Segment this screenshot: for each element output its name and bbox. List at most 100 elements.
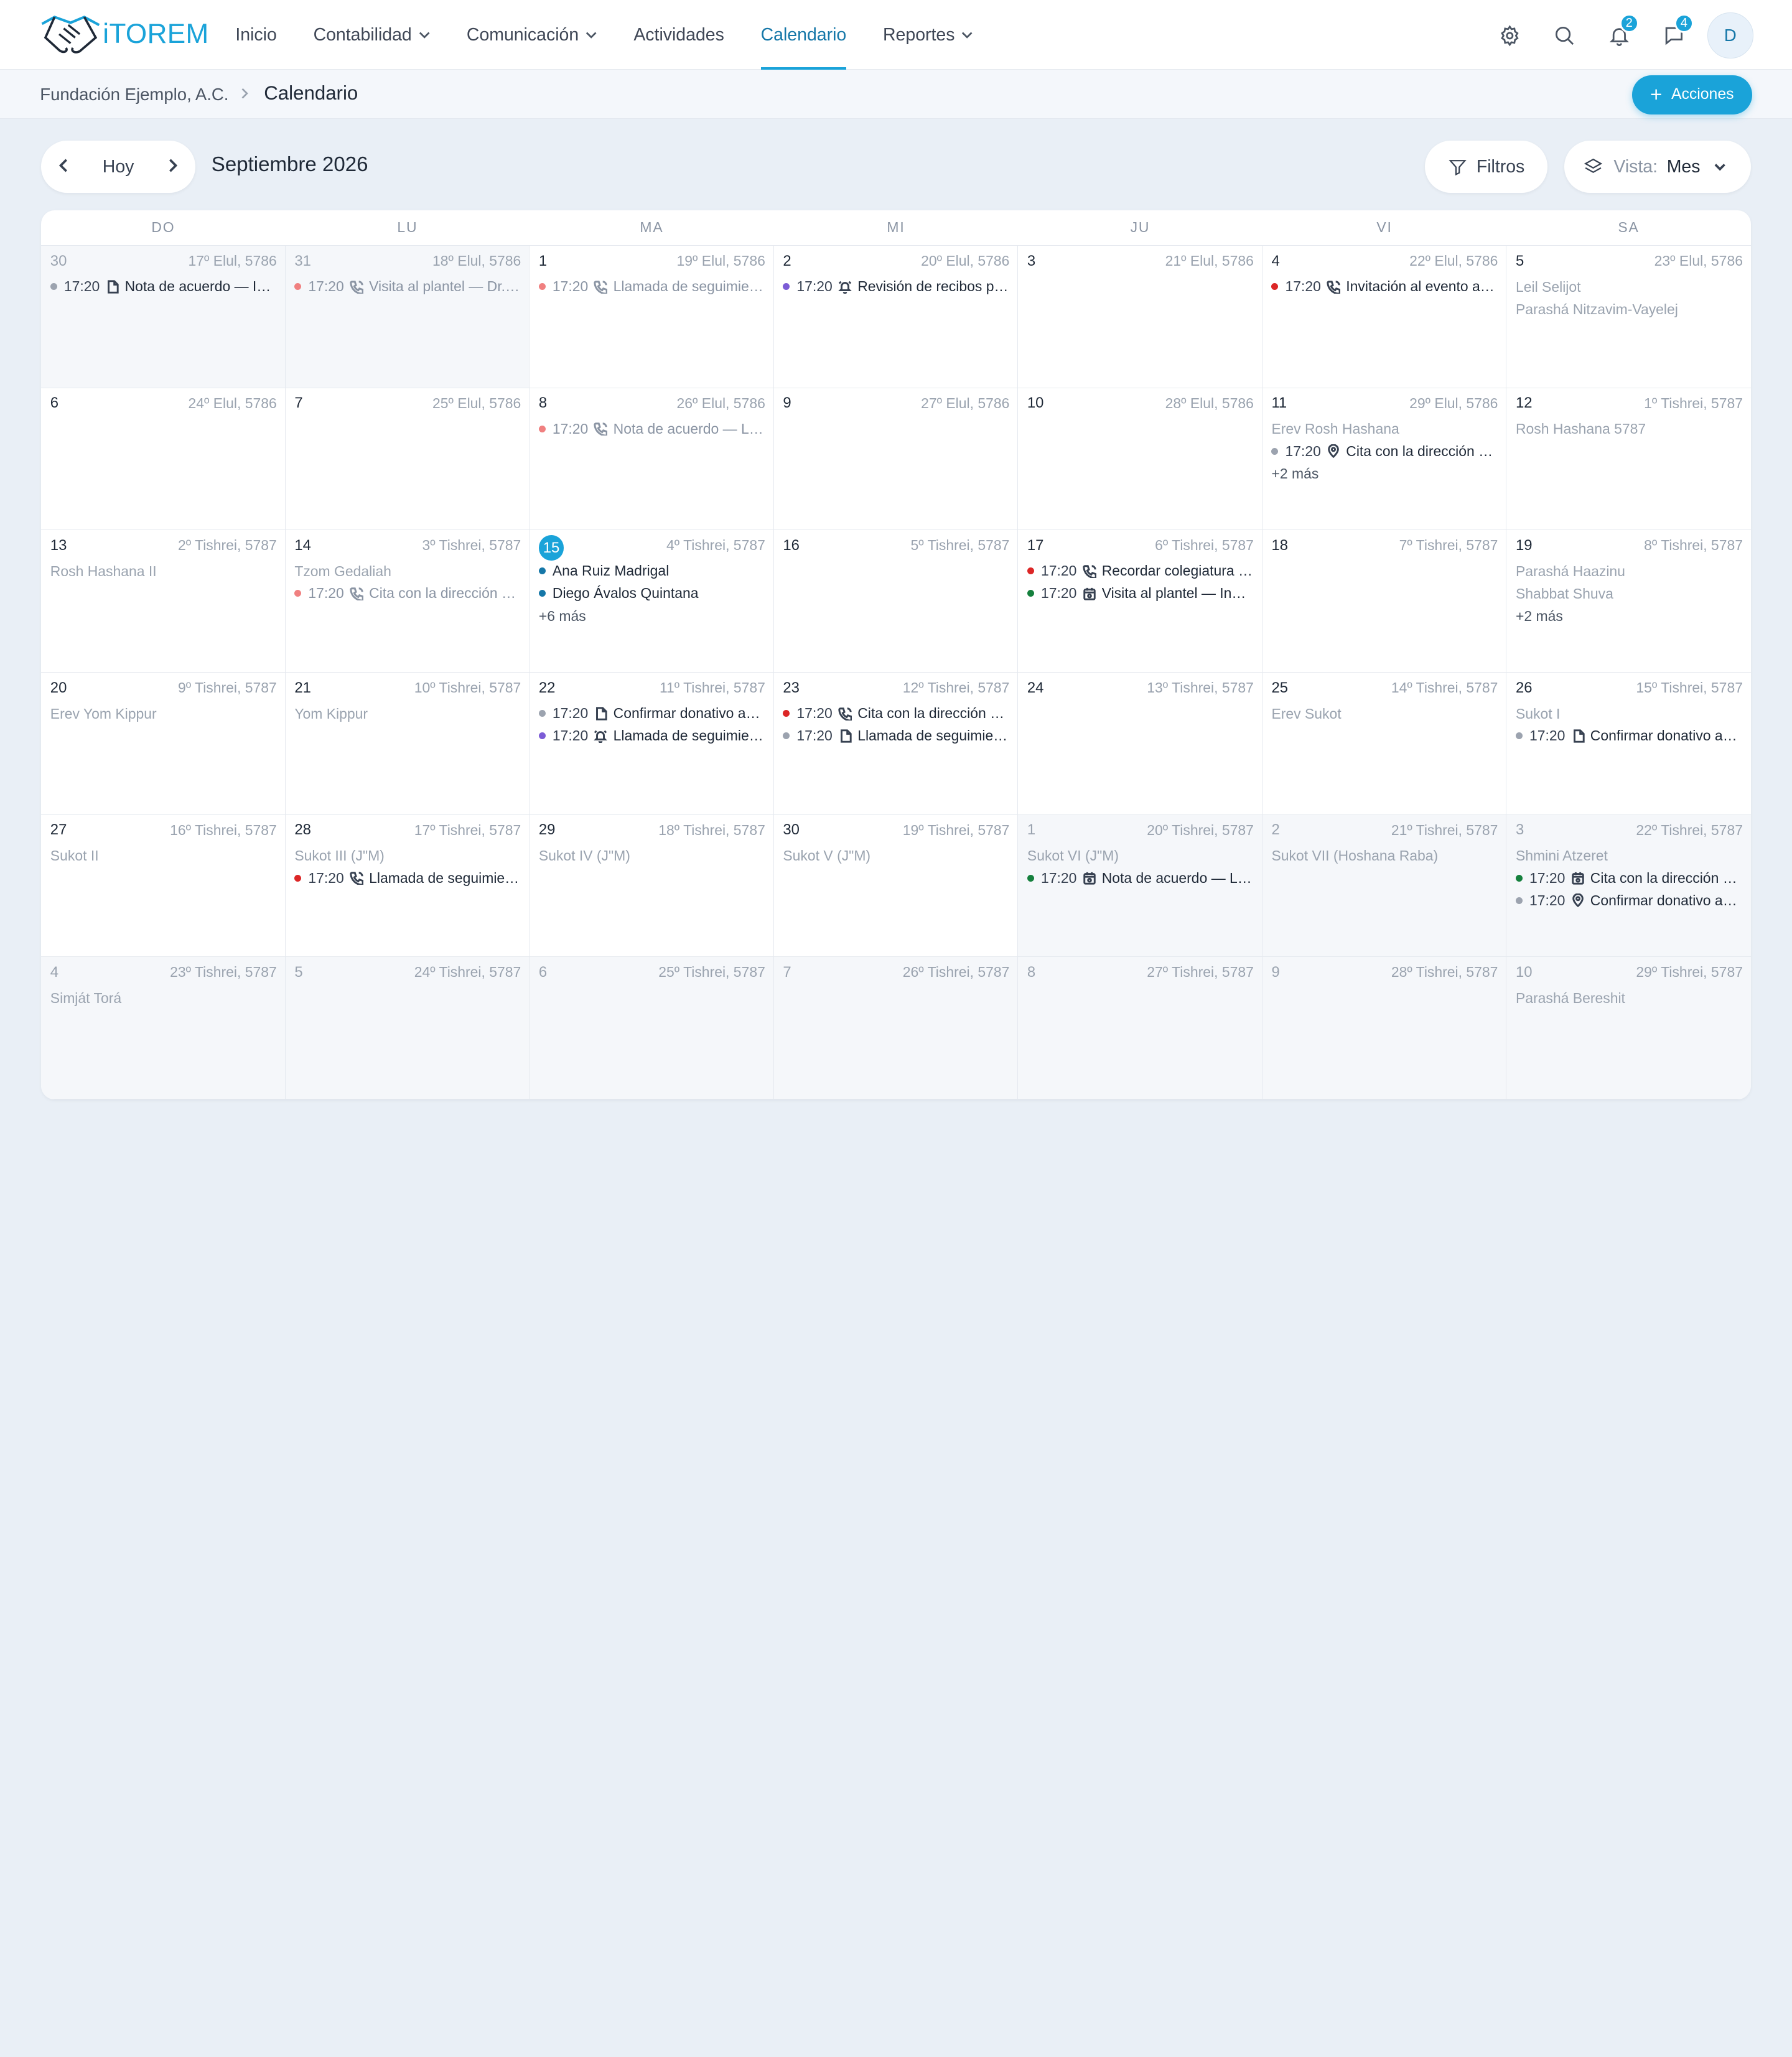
day-number[interactable]: 18 (1271, 537, 1288, 554)
calendar-event[interactable]: 17:20 Llamada de seguimiento (538, 276, 765, 298)
day-number[interactable]: 22 (539, 679, 556, 697)
day-cell[interactable]: 26 15º Tishrei, 5787 Sukot I 17:20 Confirmar… (1506, 673, 1751, 815)
day-number[interactable]: 31 (294, 253, 311, 270)
calendar-event[interactable]: 17:20 Llamada de seguimiento (538, 725, 765, 747)
day-cell[interactable]: 7 25º Elul, 5786 (285, 388, 530, 531)
day-number[interactable]: 4 (50, 964, 58, 981)
day-cell[interactable]: 25 14º Tishrei, 5787 Erev Sukot (1262, 672, 1507, 815)
view-select[interactable]: Vista: Mes (1564, 140, 1751, 194)
day-cell[interactable]: 9 28º Tishrei, 5787 (1262, 957, 1507, 1099)
calendar-event[interactable]: 17:20 Invitación al evento anual (1271, 276, 1498, 298)
day-cell[interactable]: 8 27º Tishrei, 5787 (1018, 957, 1262, 1099)
messages-button[interactable]: 4 (1650, 11, 1698, 59)
day-number[interactable]: 7 (294, 394, 302, 412)
day-cell[interactable]: 5 24º Tishrei, 5787 (285, 957, 530, 1099)
day-number[interactable]: 30 (783, 821, 800, 839)
next-month-button[interactable] (166, 156, 179, 177)
calendar-event[interactable]: 17:20 Llamada de seguimiento (783, 725, 1009, 747)
day-cell[interactable]: 21 10º Tishrei, 5787 Yom Kippur (285, 672, 530, 815)
nav-item-actividades[interactable]: Actividades (633, 0, 724, 70)
day-number[interactable]: 21 (294, 679, 311, 697)
day-cell[interactable]: 16 5º Tishrei, 5787 (773, 530, 1019, 673)
day-cell[interactable]: 27 16º Tishrei, 5787 Sukot II (41, 814, 286, 958)
day-number[interactable]: 10 (1516, 964, 1533, 981)
day-cell[interactable]: 28 17º Tishrei, 5787 Sukot III (J"M) 17:20 L… (285, 814, 530, 958)
calendar-event[interactable]: 17:20 Cita con la dirección general (783, 702, 1009, 725)
calendar-event[interactable]: 17:20 Recordar colegiatura de octubre (1027, 560, 1254, 582)
day-number[interactable]: 2 (783, 253, 791, 270)
day-number[interactable]: 4 (1271, 253, 1279, 270)
day-number[interactable]: 9 (783, 394, 791, 412)
search-button[interactable] (1541, 11, 1589, 59)
day-cell[interactable]: 29 18º Tishrei, 5787 Sukot IV (J"M) (530, 814, 774, 958)
day-cell[interactable]: 1 19º Elul, 5786 17:20 Llamada de seguimien… (530, 245, 774, 388)
day-number[interactable]: 9 (1271, 964, 1279, 981)
day-cell[interactable]: 31 18º Elul, 5786 17:20 Visita al plantel —… (285, 245, 530, 388)
day-cell[interactable]: 12 1º Tishrei, 5787 Rosh Hashana 5787 (1506, 388, 1751, 531)
day-number[interactable]: 16 (783, 537, 800, 554)
filters-button[interactable]: Filtros (1425, 140, 1547, 194)
calendar-event[interactable]: 17:20 Confirmar donativo anual (1515, 725, 1743, 747)
day-cell[interactable]: 22 11º Tishrei, 5787 17:20 Confirmar donati… (530, 672, 774, 815)
day-cell[interactable]: 30 19º Tishrei, 5787 Sukot V (J"M) (773, 814, 1019, 958)
day-cell[interactable]: 15 4º Tishrei, 5787 Ana Ruiz Madrigal Diego… (530, 530, 774, 673)
day-cell[interactable]: 3 22º Tishrei, 5787 Shmini Atzeret 17:20 Cit… (1506, 814, 1751, 958)
day-number[interactable]: 11 (1271, 394, 1287, 412)
day-cell[interactable]: 6 24º Elul, 5786 (41, 388, 286, 531)
day-cell[interactable]: 24 13º Tishrei, 5787 (1018, 672, 1262, 815)
day-cell[interactable]: 4 23º Tishrei, 5787 Simját Torá (41, 957, 286, 1099)
day-cell[interactable]: 10 29º Tishrei, 5787 Parashá Bereshit (1506, 957, 1751, 1099)
calendar-event[interactable]: 17:20 Confirmar donativo anual (1515, 889, 1743, 912)
calendar-event[interactable]: 17:20 Visita al plantel — Ing. Marcos Día… (1027, 582, 1254, 605)
day-cell[interactable]: 9 27º Elul, 5786 (773, 388, 1019, 531)
day-number[interactable]: 28 (294, 821, 311, 839)
day-cell[interactable]: 18 7º Tishrei, 5787 (1262, 530, 1507, 673)
day-cell[interactable]: 11 29º Elul, 5786 Erev Rosh Hashana 17:20 Ci… (1262, 388, 1507, 531)
notifications-button[interactable]: 2 (1595, 11, 1643, 59)
actions-button[interactable]: + Acciones (1631, 75, 1752, 114)
day-number[interactable]: 10 (1027, 394, 1044, 412)
day-cell[interactable]: 20 9º Tishrei, 5787 Erev Yom Kippur (41, 672, 286, 815)
day-number[interactable]: 20 (50, 679, 67, 697)
day-number[interactable]: 5 (294, 964, 302, 981)
day-cell[interactable]: 3 21º Elul, 5786 (1018, 245, 1262, 388)
more-events-link[interactable]: +2 más (1516, 605, 1743, 627)
nav-item-contabilidad[interactable]: Contabilidad (314, 0, 431, 70)
day-number[interactable]: 3 (1027, 253, 1035, 270)
day-number[interactable]: 3 (1516, 821, 1524, 839)
more-events-link[interactable]: +2 más (1271, 462, 1498, 485)
day-cell[interactable]: 13 2º Tishrei, 5787 Rosh Hashana II (41, 530, 286, 673)
calendar-event[interactable]: 17:20 Nota de acuerdo — Lic. Ruth Mizrahi (1027, 867, 1254, 889)
calendar-event[interactable]: 17:20 Nota de acuerdo — Ing. Pablo Ríos (50, 276, 277, 298)
birthday-entry[interactable]: Ana Ruiz Madrigal (538, 560, 765, 582)
day-cell[interactable]: 8 26º Elul, 5786 17:20 Nota de acuerdo — Li… (530, 388, 774, 531)
day-number[interactable]: 8 (539, 394, 547, 412)
day-cell[interactable]: 14 3º Tishrei, 5787 Tzom Gedaliah 17:20 Cita… (285, 530, 530, 673)
previous-month-button[interactable] (57, 156, 71, 177)
today-button[interactable]: Hoy (103, 157, 134, 177)
nav-item-comunicacion[interactable]: Comunicación (467, 0, 597, 70)
day-number[interactable]: 13 (50, 537, 67, 554)
day-number[interactable]: 27 (50, 821, 67, 839)
day-cell[interactable]: 4 22º Elul, 5786 17:20 Invitación al evento… (1262, 245, 1507, 388)
birthday-entry[interactable]: Diego Ávalos Quintana (538, 582, 765, 605)
calendar-event[interactable]: 17:20 Revisión de recibos pendientes (783, 276, 1009, 298)
day-cell[interactable]: 2 21º Tishrei, 5787 Sukot VII (Hoshana Rab… (1262, 814, 1507, 958)
day-number[interactable]: 23 (783, 679, 800, 697)
day-cell[interactable]: 1 20º Tishrei, 5787 Sukot VI (J"M) 17:20 Not… (1018, 814, 1262, 958)
breadcrumb-parent-link[interactable]: Fundación Ejemplo, A.C. (40, 85, 228, 105)
calendar-event[interactable]: 17:20 Confirmar donativo anual (538, 702, 765, 725)
day-cell[interactable]: 17 6º Tishrei, 5787 17:20 Recordar colegiat… (1018, 530, 1262, 673)
nav-item-reportes[interactable]: Reportes (883, 0, 973, 70)
settings-button[interactable] (1486, 11, 1534, 59)
day-cell[interactable]: 19 8º Tishrei, 5787 Parashá Haazinu Shabbat… (1506, 530, 1751, 673)
day-number[interactable]: 30 (50, 253, 67, 270)
day-cell[interactable]: 6 25º Tishrei, 5787 (530, 957, 774, 1099)
day-number[interactable]: 1 (1027, 821, 1035, 839)
today-day-number[interactable]: 15 (538, 535, 564, 561)
day-number[interactable]: 14 (294, 537, 311, 554)
calendar-event[interactable]: 17:20 Cita con la dirección general (1271, 440, 1498, 462)
day-number[interactable]: 19 (1516, 537, 1533, 554)
day-number[interactable]: 25 (1271, 679, 1288, 697)
day-cell[interactable]: 2 20º Elul, 5786 17:20 Revisión de recibos … (773, 245, 1019, 388)
